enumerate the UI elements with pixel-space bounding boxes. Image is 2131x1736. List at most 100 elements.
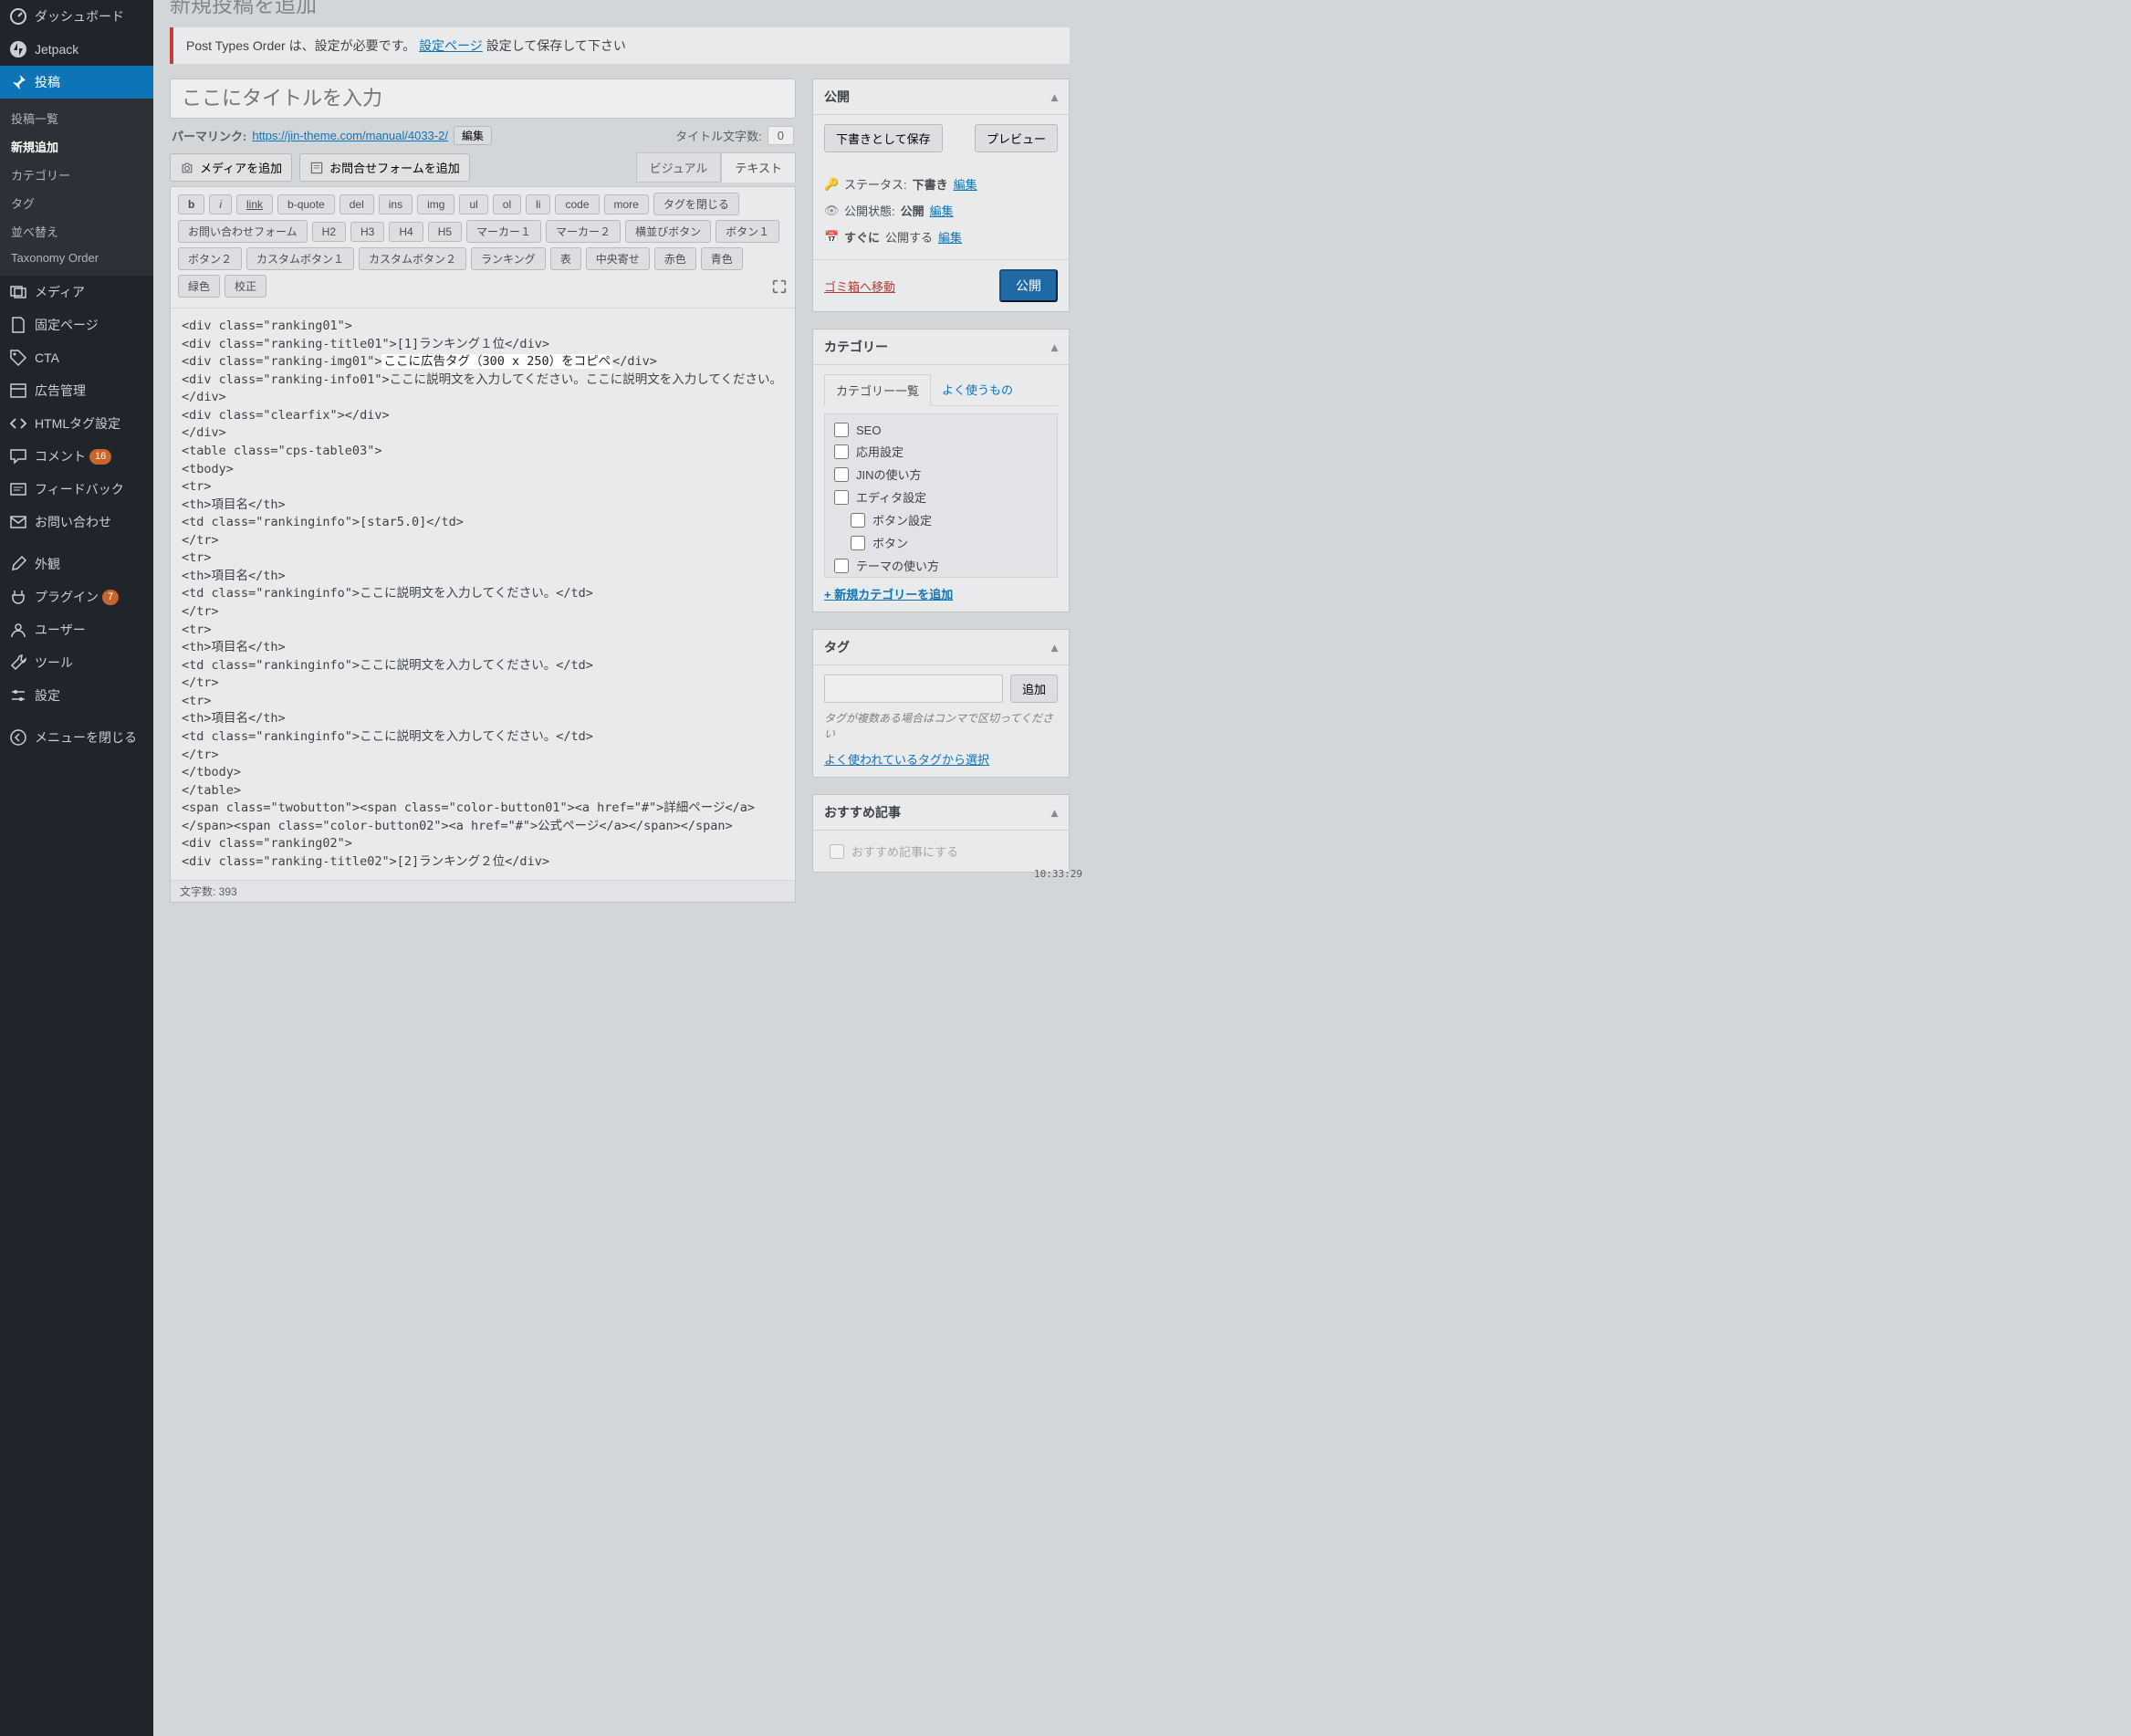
sidebar-sub-tags[interactable]: タグ xyxy=(0,189,153,217)
category-item[interactable]: エディタ設定 xyxy=(829,486,1053,508)
save-draft-button[interactable]: 下書きとして保存 xyxy=(824,124,943,152)
category-checkbox[interactable] xyxy=(834,467,849,482)
publish-button[interactable]: 公開 xyxy=(999,269,1058,302)
schedule-edit-link[interactable]: 編集 xyxy=(938,228,962,246)
panel-toggle-icon[interactable]: ▴ xyxy=(1051,640,1058,655)
category-checkbox[interactable] xyxy=(834,490,849,505)
quicktag-del[interactable]: del xyxy=(339,194,374,214)
category-item[interactable]: SEO xyxy=(829,420,1053,440)
quicktag-li[interactable]: li xyxy=(526,194,550,214)
quicktag-img[interactable]: img xyxy=(417,194,454,214)
quicktag-マーカー２[interactable]: マーカー２ xyxy=(546,220,621,243)
featured-checkbox-row[interactable]: おすすめ記事にする xyxy=(824,840,1058,863)
quicktag-横並びボタン[interactable]: 横並びボタン xyxy=(625,220,711,243)
tag-add-button[interactable]: 追加 xyxy=(1010,675,1058,703)
sidebar-item-html-tags[interactable]: HTMLタグ設定 xyxy=(0,407,153,440)
tab-visual[interactable]: ビジュアル xyxy=(636,152,722,183)
post-title-input[interactable] xyxy=(170,78,796,119)
category-checkbox[interactable] xyxy=(851,513,865,528)
sidebar-item-pages[interactable]: 固定ページ xyxy=(0,309,153,341)
quicktag-ボタン２[interactable]: ボタン２ xyxy=(178,247,242,270)
sidebar-item-dashboard[interactable]: ダッシュボード xyxy=(0,0,153,33)
sidebar-item-media[interactable]: メディア xyxy=(0,276,153,309)
quicktag-H5[interactable]: H5 xyxy=(428,222,462,242)
quicktag-more[interactable]: more xyxy=(604,194,649,214)
sidebar-item-feedback[interactable]: フィードバック xyxy=(0,473,153,506)
sidebar-item-collapse[interactable]: メニューを閉じる xyxy=(0,721,153,754)
quicktag-校正[interactable]: 校正 xyxy=(225,275,266,298)
visibility-edit-link[interactable]: 編集 xyxy=(930,202,954,219)
category-checkbox[interactable] xyxy=(834,423,849,437)
quicktag-i[interactable]: i xyxy=(209,194,232,214)
category-checkbox[interactable] xyxy=(834,444,849,459)
quicktag-お問い合わせフォーム[interactable]: お問い合わせフォーム xyxy=(178,220,308,243)
quicktag-ランキング[interactable]: ランキング xyxy=(471,247,546,270)
category-item[interactable]: ボタン xyxy=(829,531,1053,554)
sidebar-item-comments[interactable]: コメント16 xyxy=(0,440,153,473)
preview-button[interactable]: プレビュー xyxy=(975,124,1058,152)
quicktag-b-quote[interactable]: b-quote xyxy=(277,194,335,214)
sidebar-item-jetpack[interactable]: Jetpack xyxy=(0,33,153,66)
sidebar-item-users[interactable]: ユーザー xyxy=(0,613,153,646)
tab-text[interactable]: テキスト xyxy=(721,152,796,183)
category-item[interactable]: 応用設定 xyxy=(829,440,1053,463)
sidebar-item-ads[interactable]: 広告管理 xyxy=(0,374,153,407)
category-tab-all[interactable]: カテゴリー一覧 xyxy=(824,374,931,406)
quicktag-ボタン１[interactable]: ボタン１ xyxy=(716,220,779,243)
quicktag-H2[interactable]: H2 xyxy=(312,222,346,242)
quicktag-マーカー１[interactable]: マーカー１ xyxy=(466,220,541,243)
quicktag-タグを閉じる[interactable]: タグを閉じる xyxy=(653,193,739,215)
category-item[interactable]: デザイン設定 xyxy=(829,577,1053,578)
quicktag-緑色[interactable]: 緑色 xyxy=(178,275,220,298)
sidebar-sub-sort[interactable]: 並べ替え xyxy=(0,217,153,246)
sidebar-sub-taxonomy-order[interactable]: Taxonomy Order xyxy=(0,246,153,270)
add-media-button[interactable]: メディアを追加 xyxy=(170,153,292,182)
sidebar-item-tools[interactable]: ツール xyxy=(0,646,153,679)
sidebar-item-settings[interactable]: 設定 xyxy=(0,679,153,712)
quicktag-カスタムボタン２[interactable]: カスタムボタン２ xyxy=(359,247,466,270)
sidebar-item-posts[interactable]: 投稿 xyxy=(0,66,153,99)
quicktag-H4[interactable]: H4 xyxy=(389,222,423,242)
permalink-edit-button[interactable]: 編集 xyxy=(454,126,492,145)
sidebar-sub-add-new[interactable]: 新規追加 xyxy=(0,132,153,161)
category-tab-used[interactable]: よく使うもの xyxy=(931,374,1024,405)
add-category-link[interactable]: + 新規カテゴリーを追加 xyxy=(824,588,953,601)
quicktag-ins[interactable]: ins xyxy=(379,194,413,214)
content-textarea[interactable]: <div class="ranking01"> <div class="rank… xyxy=(171,308,795,880)
move-to-trash-link[interactable]: ゴミ箱へ移動 xyxy=(824,277,895,295)
sidebar-item-contact[interactable]: お問い合わせ xyxy=(0,506,153,539)
quicktag-link[interactable]: link xyxy=(236,194,273,214)
category-item[interactable]: JINの使い方 xyxy=(829,463,1053,486)
quicktag-ol[interactable]: ol xyxy=(493,194,521,214)
quicktag-赤色[interactable]: 赤色 xyxy=(654,247,696,270)
add-contact-form-button[interactable]: お問合せフォームを追加 xyxy=(299,153,470,182)
sidebar-sub-posts-list[interactable]: 投稿一覧 xyxy=(0,104,153,132)
tag-input[interactable] xyxy=(824,675,1003,703)
category-item[interactable]: テーマの使い方 xyxy=(829,554,1053,577)
quicktag-ul[interactable]: ul xyxy=(459,194,487,214)
quicktag-カスタムボタン１[interactable]: カスタムボタン１ xyxy=(246,247,354,270)
category-item[interactable]: ボタン設定 xyxy=(829,508,1053,531)
panel-toggle-icon[interactable]: ▴ xyxy=(1051,89,1058,105)
sidebar-sub-categories[interactable]: カテゴリー xyxy=(0,161,153,189)
panel-toggle-icon[interactable]: ▴ xyxy=(1051,805,1058,821)
notice-settings-link[interactable]: 設定ページ xyxy=(419,38,483,53)
choose-tags-link[interactable]: よく使われているタグから選択 xyxy=(824,753,989,767)
category-checkbox[interactable] xyxy=(834,559,849,573)
quicktag-表[interactable]: 表 xyxy=(550,247,581,270)
featured-checkbox[interactable] xyxy=(830,844,844,859)
sidebar-item-cta[interactable]: CTA xyxy=(0,341,153,374)
status-edit-link[interactable]: 編集 xyxy=(954,175,977,193)
fullscreen-icon[interactable] xyxy=(771,278,788,295)
quicktag-H3[interactable]: H3 xyxy=(350,222,384,242)
quicktag-中央寄せ[interactable]: 中央寄せ xyxy=(586,247,650,270)
permalink-url[interactable]: https://jin-theme.com/manual/4033-2/ xyxy=(252,129,448,142)
category-list[interactable]: SEO応用設定JINの使い方エディタ設定ボタン設定ボタンテーマの使い方デザイン設… xyxy=(824,413,1058,578)
quicktag-b[interactable]: b xyxy=(178,194,204,214)
quicktag-青色[interactable]: 青色 xyxy=(701,247,743,270)
sidebar-item-plugins[interactable]: プラグイン7 xyxy=(0,580,153,613)
sidebar-item-appearance[interactable]: 外観 xyxy=(0,548,153,580)
category-checkbox[interactable] xyxy=(851,536,865,550)
panel-toggle-icon[interactable]: ▴ xyxy=(1051,340,1058,355)
quicktag-code[interactable]: code xyxy=(555,194,599,214)
